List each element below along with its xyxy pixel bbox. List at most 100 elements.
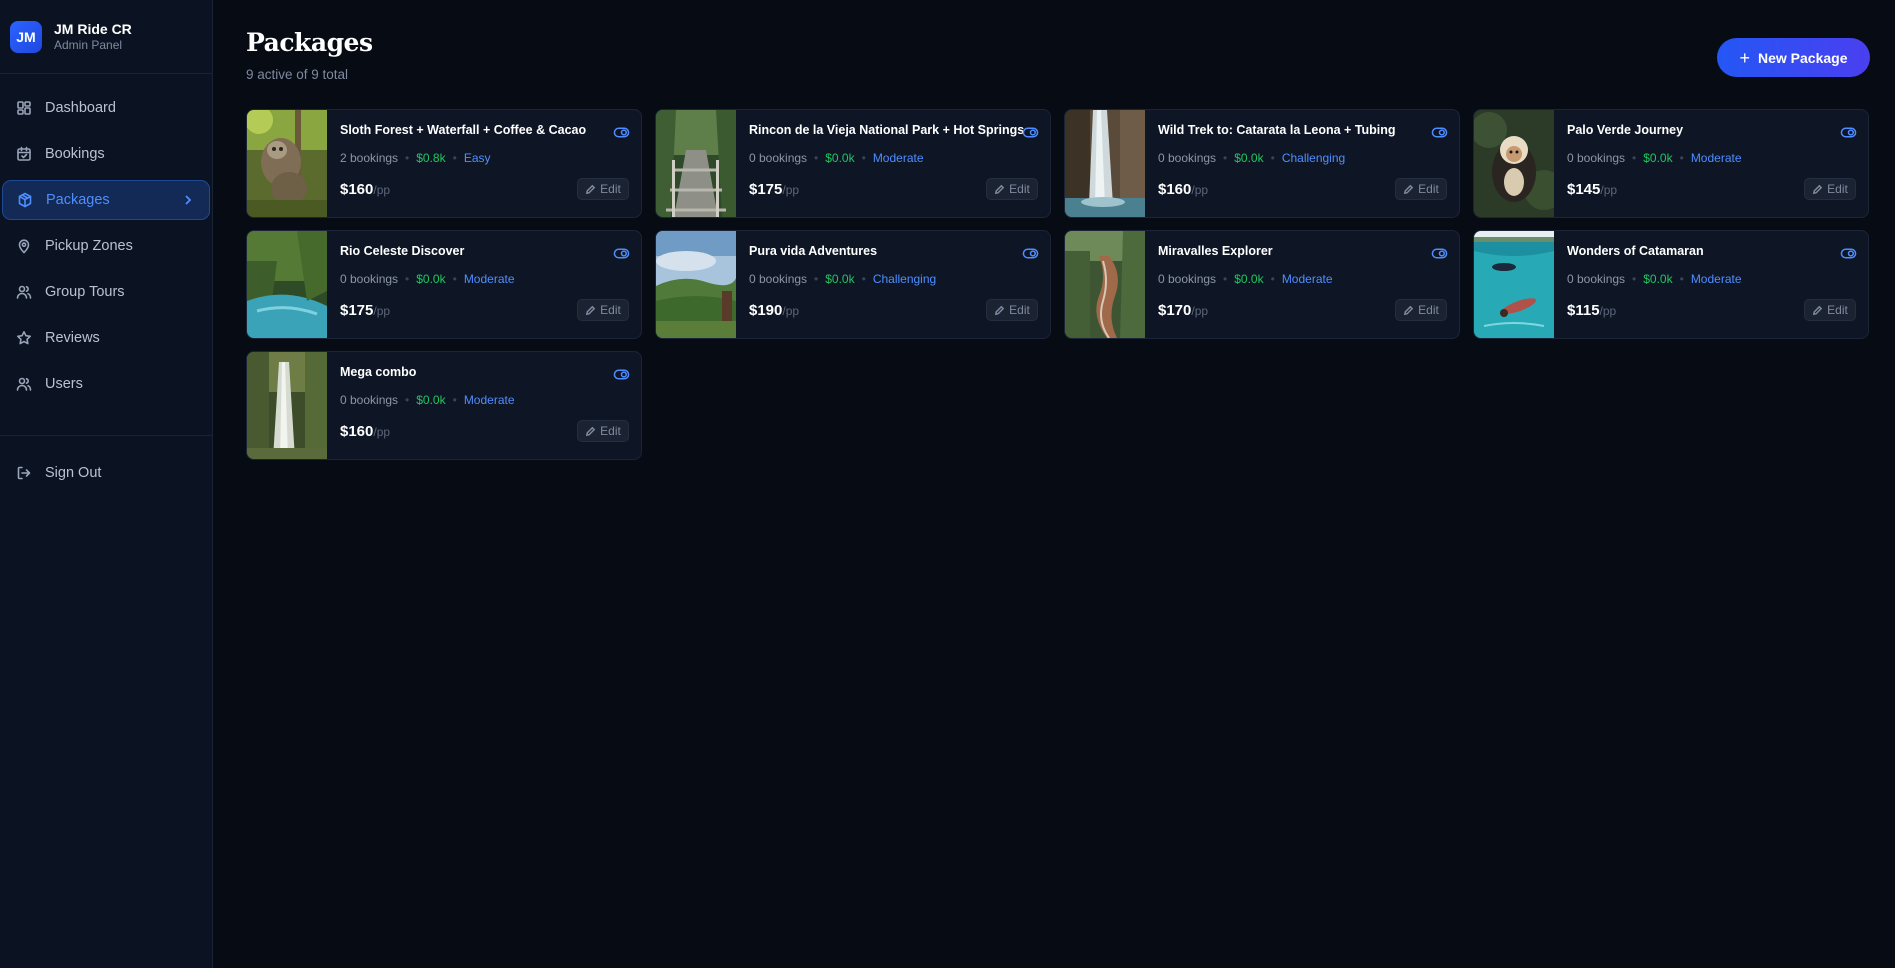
edit-button[interactable]: Edit <box>1804 299 1856 321</box>
package-thumbnail <box>656 110 736 217</box>
difficulty-badge: Moderate <box>463 272 515 286</box>
package-thumbnail <box>1065 110 1145 217</box>
package-card: Mega combo 0 bookings • $0.0k • Moderate $16… <box>246 351 642 460</box>
edit-button[interactable]: Edit <box>986 299 1038 321</box>
edit-button[interactable]: Edit <box>577 178 629 200</box>
package-title: Mega combo <box>340 365 417 379</box>
package-thumbnail <box>1474 110 1564 217</box>
package-price: $145/pp <box>1567 181 1617 198</box>
sign-out-label: Sign Out <box>45 465 102 481</box>
new-package-button[interactable]: + New Package <box>1717 38 1870 77</box>
sign-out-button[interactable]: Sign Out <box>2 453 210 493</box>
sidebar-item-label: Users <box>45 376 83 392</box>
package-price: $160/pp <box>1158 181 1208 198</box>
visibility-toggle-icon[interactable] <box>1839 244 1857 262</box>
price-unit: /pp <box>373 425 391 439</box>
revenue-value: $0.0k <box>825 272 855 286</box>
price-value: $115 <box>1567 302 1600 319</box>
package-grid: Sloth Forest + Waterfall + Coffee & Caca… <box>246 109 1869 460</box>
package-thumbnail <box>247 231 327 338</box>
pencil-icon <box>586 184 596 194</box>
edit-label: Edit <box>1009 182 1030 196</box>
separator-dot: • <box>1632 272 1637 286</box>
sidebar-item-bookings[interactable]: Bookings <box>2 134 210 174</box>
package-thumbnail <box>656 231 736 338</box>
edit-button[interactable]: Edit <box>1395 178 1447 200</box>
revenue-value: $0.8k <box>416 151 446 165</box>
separator-dot: • <box>1632 151 1637 165</box>
bookings-count: 2 bookings <box>340 151 399 165</box>
edit-label: Edit <box>1418 182 1439 196</box>
price-unit: /pp <box>1600 183 1618 197</box>
difficulty-badge: Moderate <box>1690 151 1742 165</box>
price-unit: /pp <box>373 183 391 197</box>
package-title: Rincon de la Vieja National Park + Hot S… <box>749 123 1025 137</box>
visibility-toggle-icon[interactable] <box>612 123 630 141</box>
edit-button[interactable]: Edit <box>577 420 629 442</box>
package-title: Miravalles Explorer <box>1158 244 1273 258</box>
package-meta: 0 bookings • $0.0k • Moderate <box>1567 151 1742 165</box>
difficulty-badge: Challenging <box>1281 151 1346 165</box>
separator-dot: • <box>814 272 819 286</box>
package-icon <box>16 191 34 209</box>
sidebar-item-users[interactable]: Users <box>2 364 210 404</box>
edit-button[interactable]: Edit <box>1395 299 1447 321</box>
visibility-toggle-icon[interactable] <box>1430 123 1448 141</box>
package-price: $190/pp <box>749 302 799 319</box>
price-value: $190 <box>749 302 783 319</box>
difficulty-badge: Moderate <box>1690 272 1742 286</box>
bookings-count: 0 bookings <box>1567 272 1626 286</box>
revenue-value: $0.0k <box>1643 151 1673 165</box>
dashboard-icon <box>15 99 33 117</box>
package-meta: 0 bookings • $0.0k • Moderate <box>1567 272 1742 286</box>
price-unit: /pp <box>782 183 800 197</box>
sidebar-item-pickup-zones[interactable]: Pickup Zones <box>2 226 210 266</box>
sidebar-item-packages[interactable]: Packages <box>2 180 210 220</box>
edit-button[interactable]: Edit <box>577 299 629 321</box>
bookings-count: 0 bookings <box>1158 272 1217 286</box>
pencil-icon <box>586 305 596 315</box>
package-card: Rio Celeste Discover 0 bookings • $0.0k • Mo… <box>246 230 642 339</box>
sidebar-item-reviews[interactable]: Reviews <box>2 318 210 358</box>
separator-dot: • <box>861 151 866 165</box>
package-thumbnail <box>247 110 327 217</box>
price-unit: /pp <box>373 304 391 318</box>
separator-dot: • <box>452 272 457 286</box>
pencil-icon <box>995 184 1005 194</box>
visibility-toggle-icon[interactable] <box>1021 123 1039 141</box>
visibility-toggle-icon[interactable] <box>1021 244 1039 262</box>
visibility-toggle-icon[interactable] <box>1430 244 1448 262</box>
separator-dot: • <box>1270 272 1275 286</box>
price-value: $175 <box>749 181 783 198</box>
bookings-count: 0 bookings <box>340 393 399 407</box>
edit-button[interactable]: Edit <box>986 178 1038 200</box>
visibility-toggle-icon[interactable] <box>1839 123 1857 141</box>
separator-dot: • <box>452 393 457 407</box>
page-subtitle: 9 active of 9 total <box>246 67 349 82</box>
difficulty-badge: Easy <box>463 151 491 165</box>
sidebar-item-label: Bookings <box>45 146 105 162</box>
package-meta: 0 bookings • $0.0k • Moderate <box>340 272 515 286</box>
edit-button[interactable]: Edit <box>1804 178 1856 200</box>
sidebar-item-label: Reviews <box>45 330 100 346</box>
pencil-icon <box>1813 184 1823 194</box>
price-value: $145 <box>1567 181 1601 198</box>
package-meta: 0 bookings • $0.0k • Moderate <box>1158 272 1333 286</box>
sidebar-item-label: Dashboard <box>45 100 116 116</box>
sidebar-item-group-tours[interactable]: Group Tours <box>2 272 210 312</box>
visibility-toggle-icon[interactable] <box>612 244 630 262</box>
sign-out-icon <box>15 464 33 482</box>
price-unit: /pp <box>1599 304 1617 318</box>
bookings-count: 0 bookings <box>1567 151 1626 165</box>
brand-logo[interactable]: JM <box>10 20 42 53</box>
separator-dot: • <box>814 151 819 165</box>
package-price: $160/pp <box>340 423 390 440</box>
sidebar-item-dashboard[interactable]: Dashboard <box>2 88 210 128</box>
pencil-icon <box>1404 184 1414 194</box>
users-icon <box>15 375 33 393</box>
package-title: Pura vida Adventures <box>749 244 878 258</box>
edit-label: Edit <box>1827 182 1848 196</box>
visibility-toggle-icon[interactable] <box>612 365 630 383</box>
edit-label: Edit <box>600 303 621 317</box>
difficulty-badge: Moderate <box>463 393 515 407</box>
